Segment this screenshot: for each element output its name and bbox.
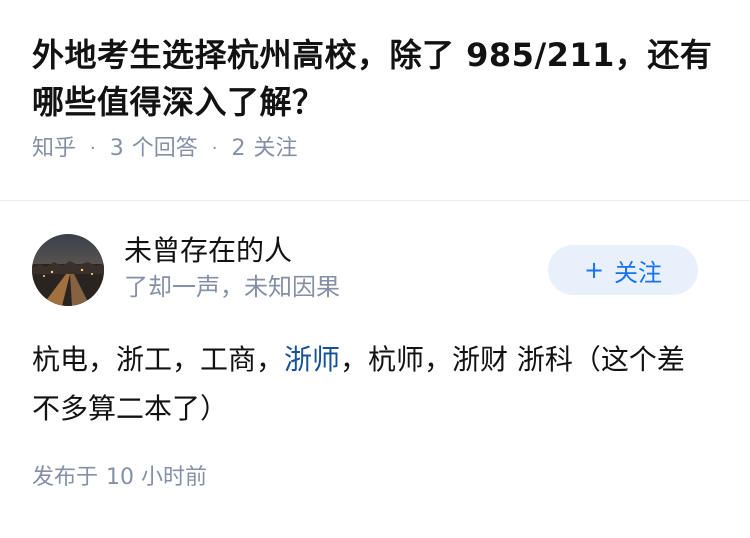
follow-button[interactable]: + 关注 bbox=[548, 245, 698, 295]
follow-button-label: 关注 bbox=[614, 258, 663, 287]
answer-card: 未曾存在的人 了却一声，未知因果 + 关注 杭电，浙工，工商，浙师，杭师，浙财 … bbox=[0, 233, 750, 493]
answer-count-label[interactable]: 个回答 bbox=[132, 134, 198, 164]
answer-text-part1: 杭电，浙工，工商， bbox=[32, 343, 285, 376]
answer-content: 杭电，浙工，工商，浙师，杭师，浙财 浙科（这个差不多算二本了） bbox=[32, 335, 718, 433]
question-title[interactable]: 外地考生选择杭州高校，除了 985/211，还有哪些值得深入了解？ bbox=[32, 32, 718, 126]
follow-count: 2 bbox=[231, 136, 246, 161]
author-bio: 了却一声，未知因果 bbox=[124, 273, 340, 301]
school-link[interactable]: 浙师 bbox=[284, 343, 340, 376]
question-meta: 知乎 · 3 个回答 · 2 关注 bbox=[32, 134, 718, 164]
follow-count-label[interactable]: 关注 bbox=[254, 134, 298, 164]
author-info: 未曾存在的人 了却一声，未知因果 bbox=[124, 233, 340, 303]
answer-time: 发布于 10 小时前 bbox=[32, 463, 718, 493]
meta-separator: · bbox=[211, 138, 218, 159]
section-divider bbox=[0, 200, 750, 201]
author-name[interactable]: 未曾存在的人 bbox=[124, 233, 340, 269]
avatar[interactable] bbox=[32, 234, 104, 306]
source-label[interactable]: 知乎 bbox=[32, 134, 76, 164]
city-night-avatar-icon bbox=[32, 234, 104, 306]
meta-separator: · bbox=[90, 138, 96, 159]
answer-count: 3 bbox=[109, 136, 124, 161]
author-row: 未曾存在的人 了却一声，未知因果 + 关注 bbox=[32, 233, 718, 309]
published-time: 10 小时前 bbox=[106, 465, 208, 490]
question-header: 外地考生选择杭州高校，除了 985/211，还有哪些值得深入了解？ 知乎 · 3… bbox=[0, 0, 750, 168]
published-label: 发布于 bbox=[32, 465, 99, 490]
plus-icon: + bbox=[583, 256, 605, 284]
